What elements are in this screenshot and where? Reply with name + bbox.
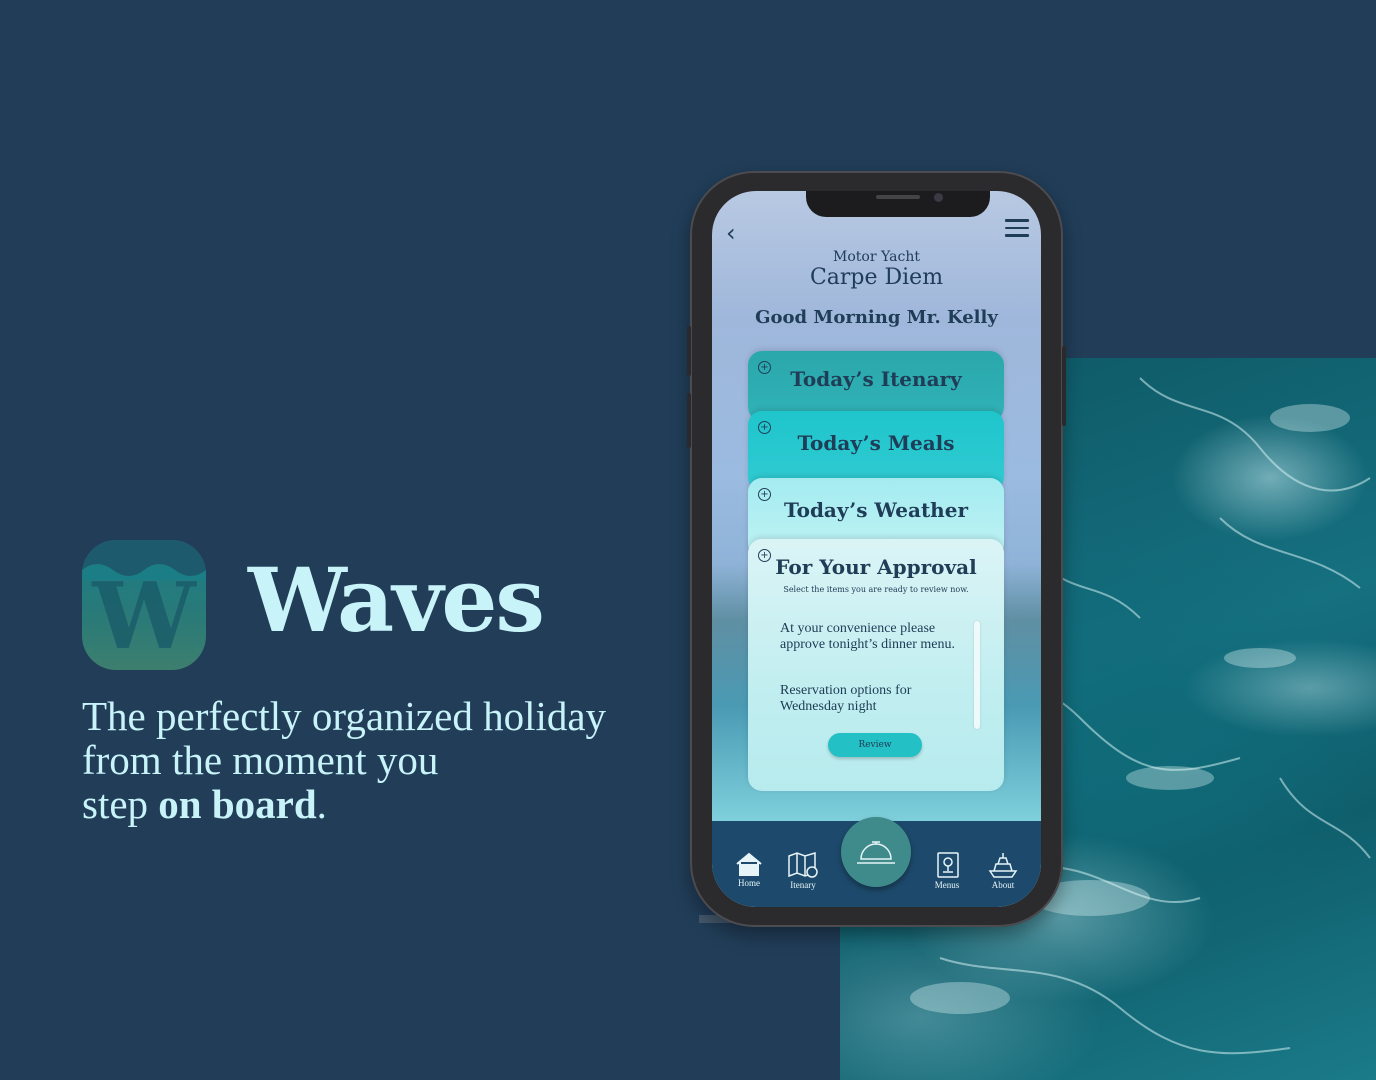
greeting: Good Morning Mr. Kelly — [755, 307, 998, 328]
service-bell-icon — [857, 841, 895, 864]
nav-label: About — [991, 880, 1015, 890]
card-title: For Your Approval — [775, 555, 977, 579]
yacht-name: Carpe Diem — [809, 265, 944, 290]
card-title: Today’s Meals — [797, 431, 955, 455]
nav-label: Itenary — [790, 880, 816, 890]
yacht-type: Motor Yacht — [833, 249, 920, 265]
waves-app-icon: W — [82, 540, 206, 670]
approval-item[interactable]: Reservation options for Wednesday night — [780, 683, 960, 715]
tagline-line-3: step on board. — [82, 782, 662, 826]
nav-home[interactable]: Home — [724, 851, 774, 888]
menu-book-icon — [937, 852, 959, 878]
nav-label: Menus — [934, 880, 960, 890]
power-button — [1062, 346, 1066, 426]
back-chevron-icon[interactable]: ‹ — [726, 219, 736, 247]
brand-title: Waves — [248, 548, 545, 652]
nav-label: Home — [738, 878, 760, 888]
nav-about[interactable]: About — [978, 851, 1028, 890]
volume-down-button — [687, 393, 691, 448]
nav-menus[interactable]: Menus — [922, 851, 972, 890]
yacht-icon — [988, 853, 1018, 878]
card-title: Today’s Itenary — [790, 367, 962, 391]
nav-itinerary[interactable]: Itenary — [778, 851, 828, 890]
tagline-line-1: The perfectly organized holiday — [82, 693, 607, 739]
speaker-grille — [876, 195, 920, 199]
card-title: Today’s Weather — [784, 498, 968, 522]
tagline-bold: on board — [158, 781, 317, 827]
tagline-suffix: . — [316, 781, 327, 827]
app-icon-letter: W — [92, 562, 196, 670]
scrollbar[interactable] — [974, 621, 980, 729]
map-icon — [788, 851, 818, 878]
volume-up-button — [687, 326, 691, 376]
card-subtitle: Select the items you are ready to review… — [783, 585, 969, 594]
app-screen: ‹ Motor Yacht Carpe Diem Good Morning Mr… — [712, 191, 1041, 907]
approval-item[interactable]: At your convenience please approve tonig… — [780, 621, 960, 653]
concierge-button[interactable] — [841, 817, 911, 887]
card-approval[interactable]: + For Your Approval Select the items you… — [748, 539, 1004, 791]
phone-mockup: ‹ Motor Yacht Carpe Diem Good Morning Mr… — [687, 171, 1066, 927]
hamburger-menu-icon[interactable] — [1005, 219, 1029, 237]
tagline: The perfectly organized holiday from the… — [82, 694, 662, 826]
front-camera — [934, 193, 943, 202]
tagline-line-2: from the moment you — [82, 737, 439, 783]
tagline-prefix: step — [82, 781, 159, 827]
home-icon — [736, 852, 762, 876]
phone-notch — [806, 191, 990, 217]
review-button[interactable]: Review — [828, 733, 922, 757]
